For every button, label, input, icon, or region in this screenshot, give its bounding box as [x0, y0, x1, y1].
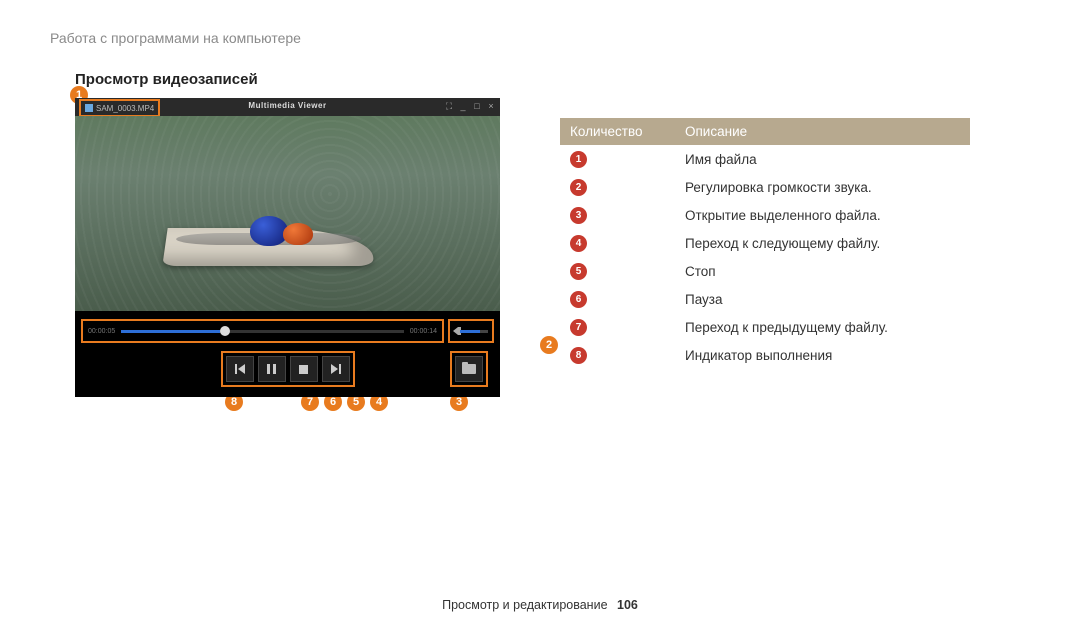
- close-icon[interactable]: ×: [486, 101, 496, 112]
- next-button[interactable]: [322, 356, 350, 382]
- next-icon: [331, 364, 341, 374]
- speaker-icon: [453, 327, 458, 335]
- table-row: 6 Пауза: [560, 285, 970, 313]
- row-desc: Открытие выделенного файла.: [675, 201, 970, 229]
- table-row: 7 Переход к предыдущему файлу.: [560, 313, 970, 341]
- th-number: Количество: [560, 118, 675, 145]
- multimedia-viewer-window: SAM_0003.MP4 Multimedia Viewer ⛶ _ □ ×: [75, 98, 500, 397]
- table-row: 1 Имя файла: [560, 145, 970, 173]
- volume-track[interactable]: [460, 330, 488, 333]
- row-number-badge: 6: [570, 291, 587, 308]
- transport-group: [221, 351, 355, 387]
- bag-orange: [283, 223, 313, 245]
- table-row: 2 Регулировка громкости звука.: [560, 173, 970, 201]
- row-desc: Переход к предыдущему файлу.: [675, 313, 970, 341]
- volume-control[interactable]: [448, 319, 494, 343]
- window-controls: ⛶ _ □ ×: [444, 101, 496, 112]
- section-title: Просмотр видеозаписей: [75, 71, 1030, 88]
- time-elapsed: 00:00:05: [88, 328, 115, 335]
- stop-icon: [299, 365, 308, 374]
- legend-table-col: Количество Описание 1 Имя файла 2 Регулиров…: [560, 98, 970, 397]
- file-icon: [85, 104, 93, 112]
- prev-button[interactable]: [226, 356, 254, 382]
- folder-icon: [462, 364, 476, 374]
- viewer-illustration: 1 2 3 4 5 6 7 8 SAM_0003.MP4 Multimedia …: [50, 98, 500, 397]
- breadcrumb: Работа с программами на компьютере: [50, 30, 1030, 46]
- progress-row: 00:00:05 00:00:14: [81, 319, 494, 343]
- filename-box: SAM_0003.MP4: [79, 99, 160, 117]
- table-row: 5 Стоп: [560, 257, 970, 285]
- row-desc: Стоп: [675, 257, 970, 285]
- table-row: 4 Переход к следующему файлу.: [560, 229, 970, 257]
- row-number-badge: 2: [570, 179, 587, 196]
- prev-icon: [235, 364, 245, 374]
- transport-buttons: [81, 351, 494, 387]
- video-area: [75, 116, 500, 311]
- progress-track[interactable]: [121, 330, 404, 333]
- row-number-badge: 5: [570, 263, 587, 280]
- row-number-badge: 1: [570, 151, 587, 168]
- time-total: 00:00:14: [410, 328, 437, 335]
- row-desc: Переход к следующему файлу.: [675, 229, 970, 257]
- progress-indicator[interactable]: 00:00:05 00:00:14: [81, 319, 444, 343]
- footer-text: Просмотр и редактирование: [442, 598, 607, 612]
- open-file-group: [450, 351, 488, 387]
- row-desc: Регулировка громкости звука.: [675, 173, 970, 201]
- page-number: 106: [617, 598, 638, 612]
- controls-bar: 00:00:05 00:00:14: [75, 311, 500, 397]
- row-desc: Имя файла: [675, 145, 970, 173]
- page-footer: Просмотр и редактирование 106: [0, 598, 1080, 612]
- legend-table: Количество Описание 1 Имя файла 2 Регулиров…: [560, 118, 970, 369]
- row-number-badge: 7: [570, 319, 587, 336]
- pause-icon: [267, 364, 276, 374]
- callout-2: 2: [540, 336, 558, 354]
- progress-thumb[interactable]: [220, 326, 230, 336]
- open-file-button[interactable]: [455, 356, 483, 382]
- pause-button[interactable]: [258, 356, 286, 382]
- row-desc: Пауза: [675, 285, 970, 313]
- boat-image: [165, 211, 375, 266]
- row-number-badge: 4: [570, 235, 587, 252]
- viewer-titlebar: SAM_0003.MP4 Multimedia Viewer ⛶ _ □ ×: [75, 98, 500, 116]
- row-desc: Индикатор выполнения: [675, 341, 970, 369]
- filename-label: SAM_0003.MP4: [96, 104, 154, 113]
- row-number-badge: 8: [570, 347, 587, 364]
- table-row: 8 Индикатор выполнения: [560, 341, 970, 369]
- minimize-icon[interactable]: _: [458, 101, 468, 112]
- stop-button[interactable]: [290, 356, 318, 382]
- fullscreen-icon[interactable]: ⛶: [444, 101, 454, 112]
- maximize-icon[interactable]: □: [472, 101, 482, 112]
- table-row: 3 Открытие выделенного файла.: [560, 201, 970, 229]
- viewer-title: Multimedia Viewer: [248, 101, 326, 110]
- th-desc: Описание: [675, 118, 970, 145]
- progress-fill: [121, 330, 220, 333]
- row-number-badge: 3: [570, 207, 587, 224]
